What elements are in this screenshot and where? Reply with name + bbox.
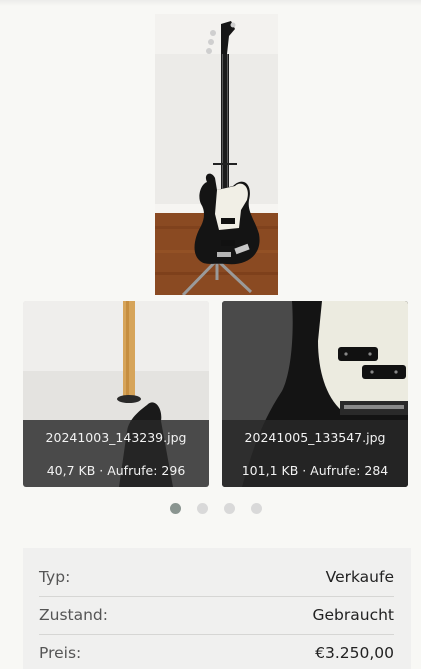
detail-value: Gebraucht	[312, 606, 394, 624]
carousel-dot-1[interactable]	[170, 503, 181, 514]
thumbnail-1[interactable]: 20241003_143239.jpg 40,7 KB · Aufrufe: 2…	[23, 301, 209, 487]
bass-guitar-photo	[155, 14, 278, 295]
thumbnail-2-filename: 20241005_133547.jpg	[244, 430, 386, 445]
carousel-dot-4[interactable]	[251, 503, 262, 514]
detail-row-condition: Zustand: Gebraucht	[39, 586, 394, 624]
main-photo[interactable]	[155, 14, 278, 295]
detail-row-type: Typ: Verkaufe	[39, 548, 394, 586]
carousel-dot-2[interactable]	[197, 503, 208, 514]
thumbnail-2-caption: 20241005_133547.jpg 101,1 KB · Aufrufe: …	[222, 420, 408, 487]
listing-details: Typ: Verkaufe Zustand: Gebraucht Preis: …	[23, 548, 411, 669]
thumbnail-1-caption: 20241003_143239.jpg 40,7 KB · Aufrufe: 2…	[23, 420, 209, 487]
detail-value: Verkaufe	[325, 568, 394, 586]
detail-row-price: Preis: €3.250,00	[39, 624, 394, 662]
thumbnail-2-meta: 101,1 KB · Aufrufe: 284	[241, 463, 389, 478]
thumbnail-2[interactable]: 20241005_133547.jpg 101,1 KB · Aufrufe: …	[222, 301, 408, 487]
detail-value: €3.250,00	[315, 644, 394, 662]
detail-label: Zustand:	[39, 606, 108, 624]
carousel-dot-3[interactable]	[224, 503, 235, 514]
top-shadow	[0, 0, 421, 6]
detail-label: Typ:	[39, 568, 71, 586]
thumbnail-1-meta: 40,7 KB · Aufrufe: 296	[46, 463, 186, 478]
detail-label: Preis:	[39, 644, 82, 662]
carousel-dots	[0, 503, 421, 515]
thumbnail-1-filename: 20241003_143239.jpg	[45, 430, 187, 445]
attachment-gallery-page: 20241003_143239.jpg 40,7 KB · Aufrufe: 2…	[0, 0, 421, 669]
